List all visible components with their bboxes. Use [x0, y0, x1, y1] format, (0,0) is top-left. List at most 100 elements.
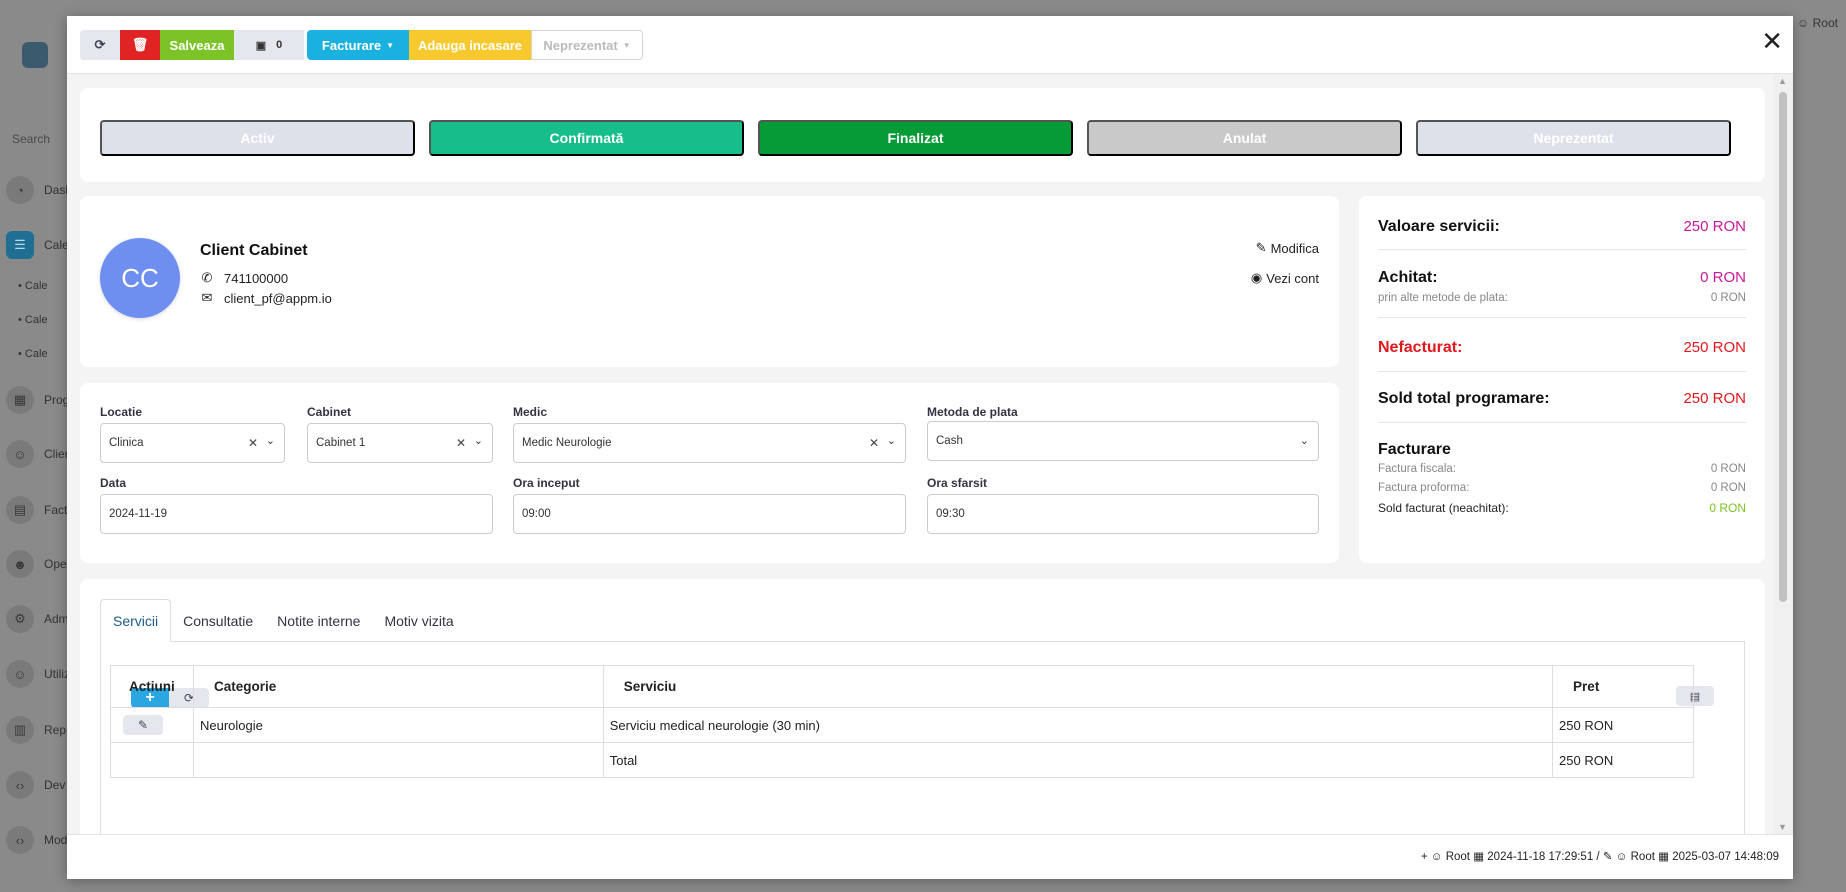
nav-label-calendar: Cale: [44, 238, 69, 252]
cabinet-label: Cabinet: [307, 405, 352, 419]
scroll-down-icon[interactable]: ▼: [1778, 822, 1787, 832]
edit-icon: ✎: [1255, 240, 1267, 255]
caret-down-icon: ▼: [622, 40, 631, 50]
end-time-input[interactable]: 09:30: [927, 494, 1319, 534]
sold-facturat-value: 0 RON: [1709, 501, 1746, 515]
cabinet-select[interactable]: Cabinet 1 ✕ ⌄: [307, 423, 493, 463]
client-phone-row: ✆ 741100000: [200, 270, 289, 286]
medic-select[interactable]: Medic Neurologie ✕ ⌄: [513, 423, 906, 463]
chevron-down-icon: ⌄: [473, 435, 483, 447]
appointment-modal: ⟳ 🗑 Salveaza ▣ 0 Facturare ▼ Adauga incasa…: [67, 16, 1793, 879]
nav-label: Dev: [44, 778, 66, 792]
status-no-show-button[interactable]: Neprezentat: [1416, 120, 1731, 156]
user-icon: ☺: [1797, 16, 1810, 30]
column-header: Pret: [1552, 665, 1694, 708]
created-by: Root: [1445, 851, 1470, 863]
status-buttons: Activ Confirmată Finalizat Anulat Neprez…: [100, 120, 1731, 156]
eye-icon: ◉: [1250, 270, 1263, 285]
save-button[interactable]: Salveaza: [160, 30, 234, 60]
edit-service-button[interactable]: ✎: [123, 715, 163, 735]
modified-at: 2025-03-07 14:48:09: [1672, 851, 1779, 863]
clients-icon: ☺: [6, 440, 34, 468]
locatie-select[interactable]: Clinica ✕ ⌄: [100, 423, 285, 463]
nav-label: Adm: [44, 612, 69, 626]
sold-value: 250 RON: [1683, 390, 1746, 407]
app-logo: [22, 42, 48, 68]
calendar-icon: ▦: [1658, 851, 1669, 863]
client-email-row: ✉ client_pf@appm.io: [200, 290, 332, 306]
factura-proforma-label: Factura proforma:: [1378, 482, 1470, 494]
scroll-up-icon[interactable]: ▲: [1778, 76, 1787, 86]
edit-client-link[interactable]: ✎ Modifica: [1256, 240, 1319, 256]
images-button[interactable]: ▣ 0: [234, 30, 304, 60]
tab-consultatie[interactable]: Consultatie: [171, 599, 265, 642]
delete-button[interactable]: 🗑: [120, 30, 160, 60]
column-header: Categorie: [192, 665, 604, 708]
nefacturat-label: Nefacturat:: [1378, 339, 1463, 356]
column-header: Actiuni: [110, 665, 194, 708]
valoare-label: Valoare servicii:: [1378, 218, 1500, 235]
clear-icon[interactable]: ✕: [248, 436, 258, 450]
neprezentat-dropdown-button[interactable]: Neprezentat ▼: [531, 30, 643, 60]
divider: [1378, 249, 1746, 250]
tab-servicii[interactable]: Servicii: [100, 599, 172, 642]
valoare-value: 250 RON: [1683, 218, 1746, 235]
client-phone: 741100000: [224, 270, 289, 286]
sold-facturat-label: Sold facturat (neachitat):: [1378, 501, 1509, 515]
client-card: CC Client Cabinet ✆ 741100000 ✉ client_p…: [80, 196, 1339, 367]
client-email: client_pf@appm.io: [224, 290, 332, 306]
ora-inceput-label: Ora inceput: [513, 476, 580, 490]
table-total-row: Total 250 RON: [110, 742, 1694, 778]
tab-notite-interne[interactable]: Notite interne: [265, 599, 372, 642]
date-input[interactable]: 2024-11-19: [100, 494, 493, 534]
background-user-menu: ☺ Root: [1797, 16, 1838, 30]
chevron-down-icon: ⌄: [886, 435, 896, 447]
clear-icon[interactable]: ✕: [869, 436, 879, 450]
code-icon: ‹›: [6, 771, 34, 799]
status-confirmed-button[interactable]: Confirmată: [429, 120, 744, 156]
achitat-label: Achitat:: [1378, 269, 1438, 286]
created-at: 2024-11-18 17:29:51: [1487, 851, 1594, 863]
calendar-icon: ▦: [1473, 851, 1485, 863]
view-account-link[interactable]: ◉ Vezi cont: [1251, 270, 1319, 286]
trash-icon: 🗑: [131, 37, 149, 52]
divider: [1378, 371, 1746, 372]
locatie-label: Locatie: [100, 405, 143, 419]
scroll-thumb[interactable]: [1779, 92, 1787, 602]
settings-icon: ⚙: [6, 605, 34, 633]
table-cell: Neurologie: [192, 707, 604, 743]
clear-icon[interactable]: ✕: [456, 436, 466, 450]
status-cancelled-button[interactable]: Anulat: [1087, 120, 1402, 156]
calendar-icon: ▦: [6, 386, 34, 414]
total-value: 250 RON: [1552, 742, 1694, 778]
phone-icon: ✆: [201, 270, 213, 285]
add-payment-button[interactable]: Adauga incasare: [409, 30, 531, 60]
neprezentat-label: Neprezentat: [543, 37, 618, 53]
table-header-row: Actiuni Categorie Serviciu Pret: [110, 665, 1694, 708]
tabs: Servicii Consultatie Notite interne Moti…: [100, 599, 466, 642]
status-finalized-button[interactable]: Finalizat: [758, 120, 1073, 156]
avatar: CC: [100, 238, 180, 318]
background-sidebar: Search ◔ Dash ☰ Cale • Cale • Cale • Cal…: [0, 0, 72, 892]
close-icon[interactable]: ✕: [1761, 28, 1783, 54]
separator: /: [1596, 851, 1600, 863]
calendar-list-icon: ☰: [6, 231, 34, 259]
metoda-plata-label: Metoda de plata: [927, 405, 1018, 419]
facturare-dropdown-button[interactable]: Facturare ▼: [307, 30, 409, 60]
factura-fiscala-row: Factura fiscala: 0 RON: [1378, 463, 1746, 475]
summary-sold-row: Sold total programare: 250 RON: [1378, 390, 1746, 408]
metoda-plata-select[interactable]: Cash ⌄: [927, 421, 1319, 461]
table-row: ✎ Neurologie Serviciu medical neurologie…: [110, 707, 1694, 743]
nav-label: Mod: [44, 833, 68, 847]
status-activ-button[interactable]: Activ: [100, 120, 415, 156]
modal-scrollbar[interactable]: ▲ ▼: [1773, 74, 1793, 834]
factura-proforma-value: 0 RON: [1710, 482, 1746, 494]
start-time-input[interactable]: 09:00: [513, 494, 906, 534]
medic-label: Medic: [513, 405, 548, 419]
nav-label: Fact: [44, 503, 68, 517]
nav-label: Prog: [44, 393, 70, 407]
tab-motiv-vizita[interactable]: Motiv vizita: [372, 599, 465, 642]
refresh-button[interactable]: ⟳: [80, 30, 120, 60]
table-cell: [192, 742, 604, 778]
summary-other-methods-row: prin alte metode de plata: 0 RON: [1378, 292, 1746, 304]
